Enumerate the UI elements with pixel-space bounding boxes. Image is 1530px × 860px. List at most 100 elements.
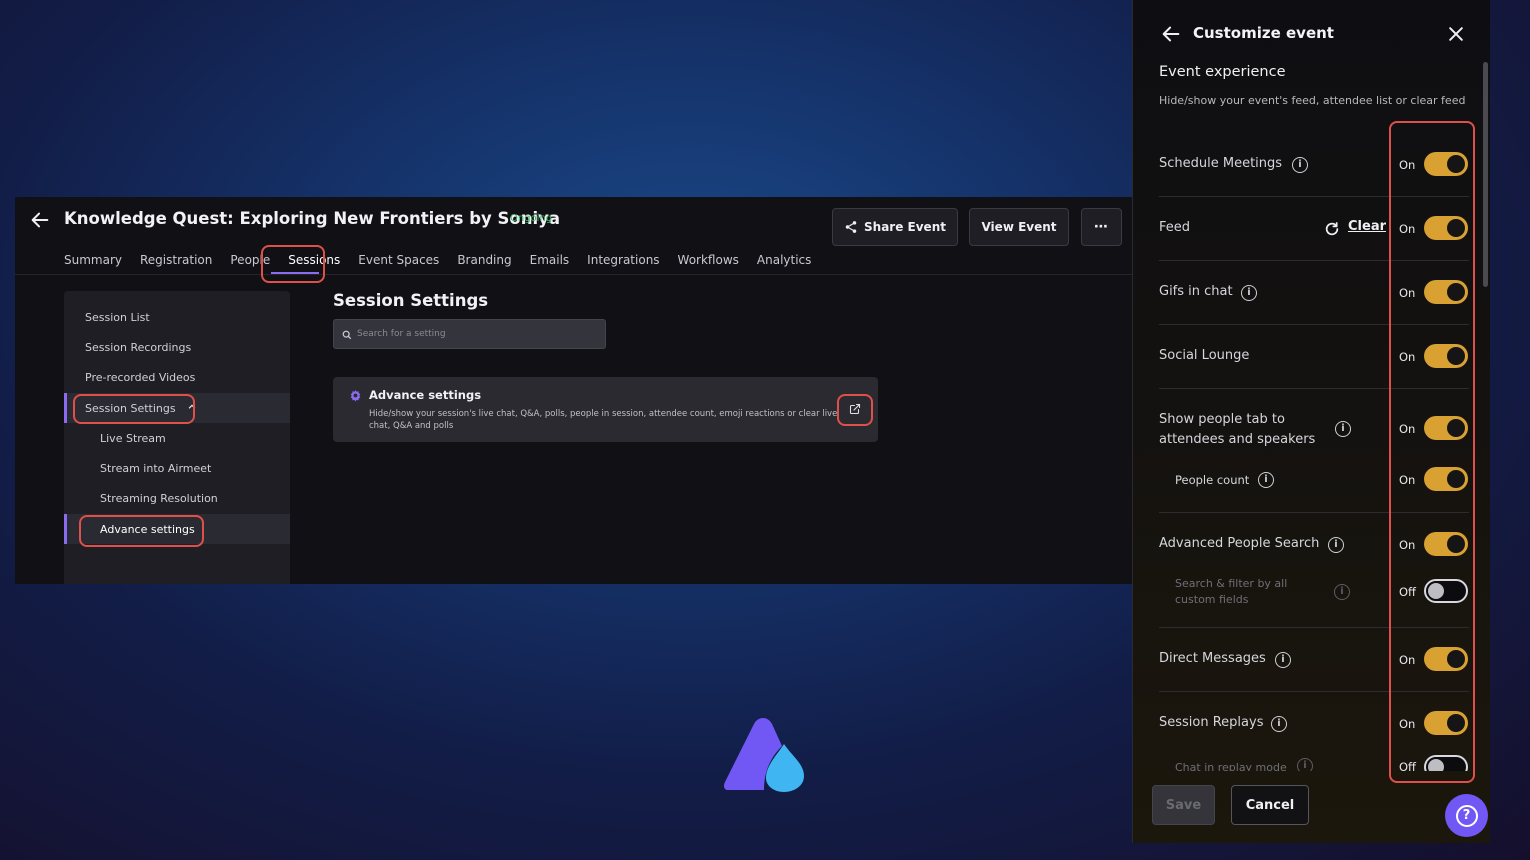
external-link-icon[interactable] xyxy=(849,403,861,415)
tab-registration[interactable]: Registration xyxy=(140,253,212,267)
info-icon[interactable]: i xyxy=(1275,652,1291,668)
sidebar-item-advance-settings[interactable]: Advance settings xyxy=(100,523,195,536)
toggle-state-text: Off xyxy=(1399,760,1416,771)
cancel-button[interactable]: Cancel xyxy=(1231,785,1309,825)
toggle-state-text: On xyxy=(1399,350,1416,364)
section-title: Event experience xyxy=(1159,64,1286,80)
divider xyxy=(1159,324,1469,325)
info-icon[interactable]: i xyxy=(1241,285,1257,301)
toggle-state-text: On xyxy=(1399,158,1416,172)
toggle-state-text: On xyxy=(1399,653,1416,667)
tab-analytics[interactable]: Analytics xyxy=(757,253,812,267)
panel-title: Customize event xyxy=(1193,24,1334,42)
back-arrow-icon[interactable] xyxy=(29,209,51,231)
feed-toggle[interactable] xyxy=(1424,216,1468,240)
tab-sessions[interactable]: Sessions xyxy=(288,253,340,267)
clipped-row-container: Chat in replay mode i Off xyxy=(1133,752,1483,771)
active-item-indicator xyxy=(64,393,67,423)
settings-search-input[interactable]: Search for a setting xyxy=(333,319,606,349)
divider xyxy=(1159,260,1469,261)
sidebar-item-session-list[interactable]: Session List xyxy=(85,311,150,324)
toggle-state-text: Off xyxy=(1399,585,1416,599)
session-replays-label: Session Replays xyxy=(1159,715,1264,730)
tab-workflows[interactable]: Workflows xyxy=(678,253,739,267)
tab-event-spaces[interactable]: Event Spaces xyxy=(358,253,439,267)
share-event-button[interactable]: Share Event xyxy=(832,208,958,246)
show-people-tab-toggle[interactable] xyxy=(1424,416,1468,440)
gifs-in-chat-toggle[interactable] xyxy=(1424,280,1468,304)
chat-in-replay-mode-label: Chat in replay mode xyxy=(1175,761,1287,771)
sidebar-item-session-recordings[interactable]: Session Recordings xyxy=(85,341,191,354)
more-icon: ⋯ xyxy=(1094,219,1109,235)
tab-integrations[interactable]: Integrations xyxy=(587,253,659,267)
direct-messages-toggle[interactable] xyxy=(1424,647,1468,671)
gifs-in-chat-label: Gifs in chat xyxy=(1159,284,1233,299)
active-item-indicator xyxy=(64,514,67,544)
divider xyxy=(1159,196,1469,197)
session-replays-toggle[interactable] xyxy=(1424,711,1468,735)
chat-in-replay-mode-toggle[interactable] xyxy=(1424,755,1468,771)
tab-branding[interactable]: Branding xyxy=(457,253,511,267)
close-icon[interactable] xyxy=(1446,24,1466,44)
info-icon[interactable]: i xyxy=(1297,758,1313,771)
sidebar-item-stream-into-airmeet[interactable]: Stream into Airmeet xyxy=(100,462,211,475)
sidebar-item-live-stream[interactable]: Live Stream xyxy=(100,432,166,445)
social-lounge-toggle[interactable] xyxy=(1424,344,1468,368)
search-filter-custom-fields-label: Search & filter by all custom fields xyxy=(1175,577,1288,606)
info-icon[interactable]: i xyxy=(1271,716,1287,732)
divider xyxy=(1159,691,1469,692)
search-icon xyxy=(342,330,352,340)
advanced-people-search-label: Advanced People Search xyxy=(1159,536,1320,551)
event-title: Knowledge Quest: Exploring New Frontiers… xyxy=(64,209,561,228)
toggle-state-text: On xyxy=(1399,422,1416,436)
section-description: Hide/show your event's feed, attendee li… xyxy=(1159,94,1466,107)
help-button[interactable]: ? xyxy=(1445,794,1488,837)
toggle-state-text: On xyxy=(1399,538,1416,552)
active-tab-indicator xyxy=(271,272,319,274)
advance-settings-card[interactable]: Advance settings Hide/show your session'… xyxy=(333,377,878,442)
info-icon[interactable]: i xyxy=(1335,421,1351,437)
tab-emails[interactable]: Emails xyxy=(530,253,570,267)
tab-summary[interactable]: Summary xyxy=(64,253,122,267)
people-count-toggle[interactable] xyxy=(1424,467,1468,491)
card-title: Advance settings xyxy=(369,388,482,402)
advanced-people-search-toggle[interactable] xyxy=(1424,532,1468,556)
share-event-label: Share Event xyxy=(864,220,946,234)
back-arrow-icon[interactable] xyxy=(1160,23,1182,45)
tab-people[interactable]: People xyxy=(230,253,270,267)
info-icon[interactable]: i xyxy=(1258,472,1274,488)
search-filter-toggle[interactable] xyxy=(1424,579,1468,603)
sidebar-item-pre-recorded-videos[interactable]: Pre-recorded Videos xyxy=(85,371,195,384)
schedule-meetings-toggle[interactable] xyxy=(1424,152,1468,176)
save-button[interactable]: Save xyxy=(1152,785,1215,825)
divider xyxy=(1159,388,1469,389)
status-badge: Ongoing xyxy=(510,213,553,224)
gear-icon xyxy=(350,390,361,402)
chevron-up-icon xyxy=(188,404,196,409)
clear-feed-link[interactable]: Clear xyxy=(1348,219,1386,234)
app-header: Knowledge Quest: Exploring New Frontiers… xyxy=(15,197,1132,275)
session-sidebar: Session List Session Recordings Pre-reco… xyxy=(64,291,290,584)
schedule-meetings-label: Schedule Meetings xyxy=(1159,156,1283,171)
panel-scrollbar[interactable] xyxy=(1483,62,1488,287)
airmeet-logo-icon xyxy=(724,718,804,792)
info-icon[interactable]: i xyxy=(1334,584,1350,600)
divider xyxy=(1159,512,1469,513)
more-options-button[interactable]: ⋯ xyxy=(1081,208,1122,246)
people-count-label: People count xyxy=(1175,473,1250,487)
sidebar-item-session-settings[interactable]: Session Settings xyxy=(85,402,197,415)
info-icon[interactable]: i xyxy=(1328,537,1344,553)
toggle-state-text: On xyxy=(1399,717,1416,731)
event-dashboard-window: Knowledge Quest: Exploring New Frontiers… xyxy=(15,197,1132,584)
divider xyxy=(1159,627,1469,628)
refresh-icon[interactable] xyxy=(1324,221,1340,237)
feed-label: Feed xyxy=(1159,220,1191,235)
toggle-state-text: On xyxy=(1399,473,1416,487)
view-event-button[interactable]: View Event xyxy=(969,208,1069,246)
social-lounge-label: Social Lounge xyxy=(1159,348,1250,363)
direct-messages-label: Direct Messages xyxy=(1159,651,1266,666)
info-icon[interactable]: i xyxy=(1292,157,1308,173)
page-title: Session Settings xyxy=(333,291,489,310)
sidebar-item-streaming-resolution[interactable]: Streaming Resolution xyxy=(100,492,218,505)
toggle-state-text: On xyxy=(1399,222,1416,236)
